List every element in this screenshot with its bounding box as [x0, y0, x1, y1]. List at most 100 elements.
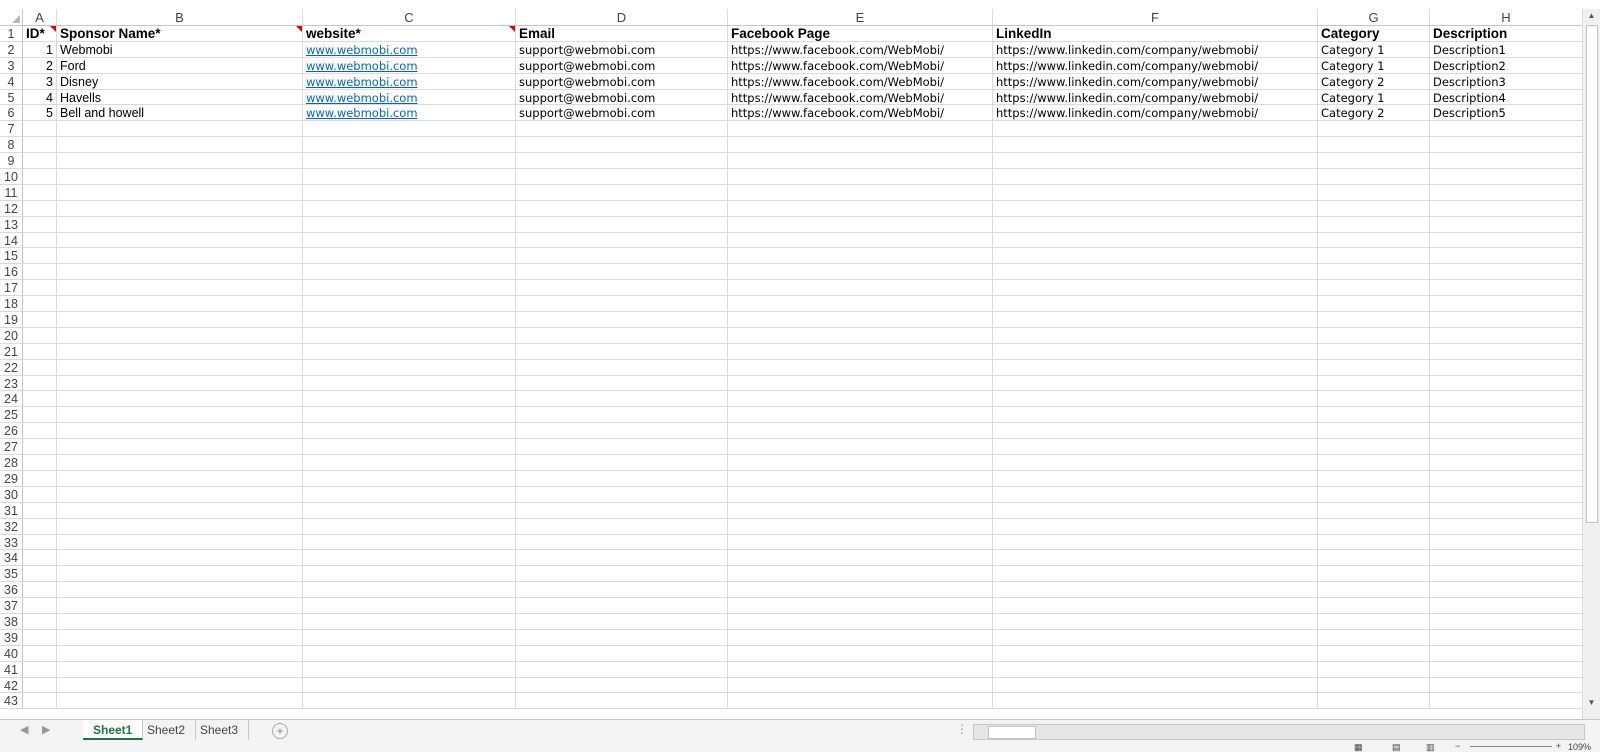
- row-header[interactable]: 3: [0, 57, 23, 74]
- empty-cell[interactable]: [993, 169, 1318, 185]
- empty-cell[interactable]: [1318, 232, 1430, 248]
- cell-name[interactable]: Ford: [57, 57, 303, 73]
- row-header[interactable]: 29: [0, 470, 23, 487]
- empty-cell[interactable]: [993, 248, 1318, 264]
- empty-cell[interactable]: [728, 248, 993, 264]
- empty-cell[interactable]: [303, 550, 516, 566]
- row-header[interactable]: 1: [0, 26, 23, 42]
- empty-cell[interactable]: [728, 327, 993, 343]
- empty-cell[interactable]: [1430, 184, 1583, 200]
- cell-linkedin[interactable]: https://www.linkedin.com/company/webmobi…: [993, 41, 1318, 57]
- cell-linkedin[interactable]: https://www.linkedin.com/company/webmobi…: [993, 105, 1318, 121]
- empty-cell[interactable]: [516, 455, 728, 471]
- cell-linkedin[interactable]: https://www.linkedin.com/company/webmobi…: [993, 89, 1318, 105]
- empty-cell[interactable]: [728, 359, 993, 375]
- empty-cell[interactable]: [57, 693, 303, 709]
- header-cell-category[interactable]: Category: [1318, 26, 1430, 41]
- empty-cell[interactable]: [23, 280, 57, 296]
- cell-facebook[interactable]: https://www.facebook.com/WebMobi/: [728, 57, 993, 73]
- empty-cell[interactable]: [728, 645, 993, 661]
- empty-cell[interactable]: [303, 534, 516, 550]
- empty-cell[interactable]: [1430, 137, 1583, 153]
- empty-cell[interactable]: [1430, 629, 1583, 645]
- empty-cell[interactable]: [303, 661, 516, 677]
- empty-cell[interactable]: [993, 566, 1318, 582]
- cell-facebook[interactable]: https://www.facebook.com/WebMobi/: [728, 73, 993, 89]
- empty-cell[interactable]: [1318, 216, 1430, 232]
- empty-cell[interactable]: [57, 677, 303, 693]
- empty-cell[interactable]: [516, 598, 728, 614]
- empty-cell[interactable]: [303, 312, 516, 328]
- empty-cell[interactable]: [1318, 502, 1430, 518]
- row-header[interactable]: 12: [0, 200, 23, 217]
- empty-cell[interactable]: [516, 200, 728, 216]
- cell-email[interactable]: support@webmobi.com: [516, 73, 728, 89]
- empty-cell[interactable]: [57, 423, 303, 439]
- empty-cell[interactable]: [1430, 280, 1583, 296]
- empty-cell[interactable]: [1318, 248, 1430, 264]
- empty-cell[interactable]: [516, 153, 728, 169]
- row-header[interactable]: 22: [0, 359, 23, 376]
- empty-cell[interactable]: [1318, 629, 1430, 645]
- empty-cell[interactable]: [516, 629, 728, 645]
- empty-cell[interactable]: [728, 153, 993, 169]
- empty-cell[interactable]: [516, 312, 728, 328]
- empty-cell[interactable]: [303, 359, 516, 375]
- column-header-e[interactable]: E: [728, 9, 993, 25]
- cell-category[interactable]: Category 2: [1318, 105, 1430, 121]
- empty-cell[interactable]: [57, 645, 303, 661]
- cell-description[interactable]: Description4: [1430, 89, 1583, 105]
- cell-email[interactable]: support@webmobi.com: [516, 41, 728, 57]
- empty-cell[interactable]: [1430, 613, 1583, 629]
- cell-id[interactable]: 4: [23, 89, 57, 105]
- cell-website[interactable]: www.webmobi.com: [303, 73, 516, 89]
- empty-cell[interactable]: [993, 439, 1318, 455]
- row-header[interactable]: 40: [0, 645, 23, 662]
- zoom-in-icon[interactable]: +: [1556, 742, 1561, 751]
- normal-view-icon[interactable]: ▦: [1354, 742, 1363, 752]
- empty-cell[interactable]: [23, 264, 57, 280]
- column-header-g[interactable]: G: [1318, 9, 1430, 25]
- empty-cell[interactable]: [303, 629, 516, 645]
- empty-cell[interactable]: [728, 200, 993, 216]
- empty-cell[interactable]: [516, 566, 728, 582]
- empty-cell[interactable]: [993, 280, 1318, 296]
- empty-cell[interactable]: [516, 661, 728, 677]
- empty-cell[interactable]: [516, 359, 728, 375]
- empty-cell[interactable]: [728, 216, 993, 232]
- empty-cell[interactable]: [303, 598, 516, 614]
- row-header[interactable]: 16: [0, 264, 23, 281]
- empty-cell[interactable]: [516, 486, 728, 502]
- cell-id[interactable]: 2: [23, 57, 57, 73]
- row-header[interactable]: 41: [0, 661, 23, 678]
- cell-id[interactable]: 3: [23, 73, 57, 89]
- row-header[interactable]: 32: [0, 518, 23, 535]
- triangle-left-icon[interactable]: ◀: [20, 723, 28, 736]
- empty-cell[interactable]: [1430, 391, 1583, 407]
- row-header[interactable]: 38: [0, 613, 23, 630]
- empty-cell[interactable]: [516, 502, 728, 518]
- empty-cell[interactable]: [728, 470, 993, 486]
- empty-cell[interactable]: [993, 375, 1318, 391]
- empty-cell[interactable]: [303, 391, 516, 407]
- empty-cell[interactable]: [303, 343, 516, 359]
- empty-cell[interactable]: [993, 391, 1318, 407]
- empty-cell[interactable]: [303, 375, 516, 391]
- header-cell-facebook[interactable]: Facebook Page: [728, 26, 993, 41]
- empty-cell[interactable]: [303, 566, 516, 582]
- row-header[interactable]: 30: [0, 486, 23, 503]
- empty-cell[interactable]: [728, 312, 993, 328]
- row-header[interactable]: 35: [0, 566, 23, 583]
- empty-cell[interactable]: [728, 661, 993, 677]
- cell-website[interactable]: www.webmobi.com: [303, 57, 516, 73]
- empty-cell[interactable]: [303, 216, 516, 232]
- empty-cell[interactable]: [1430, 423, 1583, 439]
- empty-cell[interactable]: [728, 455, 993, 471]
- row-header[interactable]: 19: [0, 312, 23, 328]
- cell-email[interactable]: support@webmobi.com: [516, 89, 728, 105]
- empty-cell[interactable]: [23, 629, 57, 645]
- empty-cell[interactable]: [993, 486, 1318, 502]
- empty-cell[interactable]: [303, 613, 516, 629]
- empty-cell[interactable]: [728, 280, 993, 296]
- empty-cell[interactable]: [516, 280, 728, 296]
